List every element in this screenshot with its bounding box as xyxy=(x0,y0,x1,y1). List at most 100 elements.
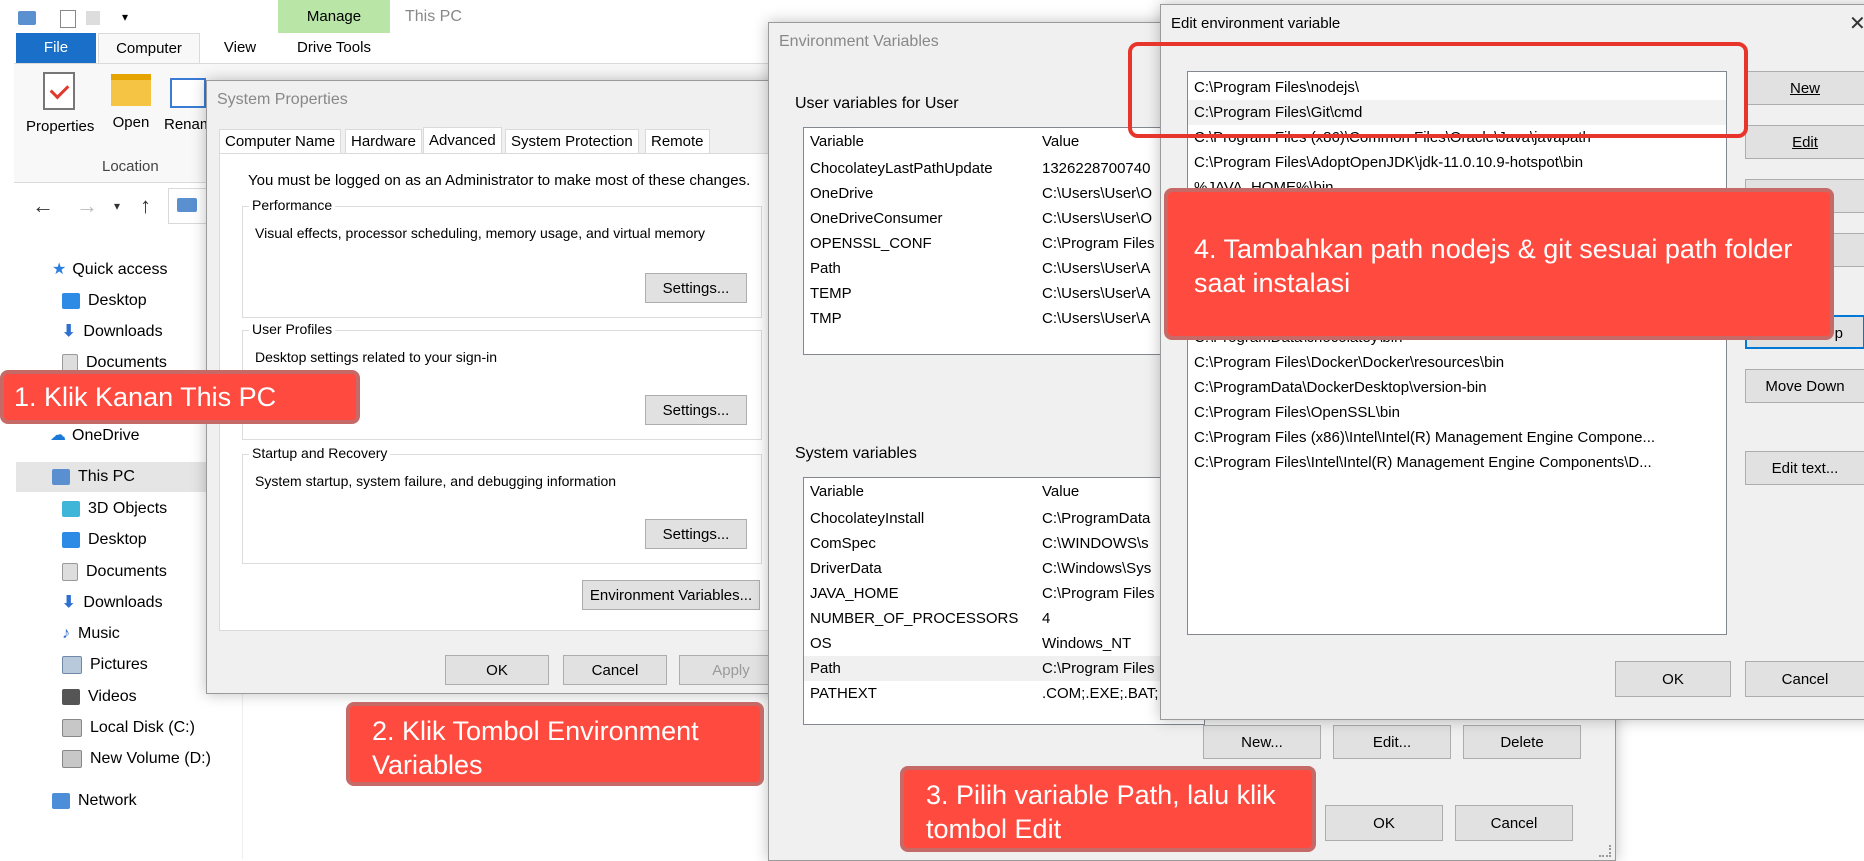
user-var-name: Path xyxy=(810,260,841,277)
system-var-name: NUMBER_OF_PROCESSORS xyxy=(810,610,1019,627)
download-arrow-icon: ⬇ xyxy=(62,594,76,611)
nav-new-volume-d[interactable]: New Volume (D:) xyxy=(62,744,211,774)
annotation-step-4: 4. Tambahkan path nodejs & git sesuai pa… xyxy=(1164,188,1834,340)
nav-downloads[interactable]: ⬇ Downloads xyxy=(62,588,163,618)
ribbon-properties-button[interactable]: Properties xyxy=(26,72,94,135)
tab-advanced[interactable]: Advanced xyxy=(423,127,502,155)
forward-icon[interactable]: → xyxy=(76,193,98,219)
system-var-row[interactable]: ChocolateyInstall C:\ProgramData xyxy=(804,506,1204,531)
system-var-row[interactable]: ComSpec C:\WINDOWS\s xyxy=(804,531,1204,556)
system-var-row[interactable]: JAVA_HOME C:\Program Files xyxy=(804,581,1204,606)
system-var-row[interactable]: OS Windows_NT xyxy=(804,631,1204,656)
nav-onedrive[interactable]: ☁ OneDrive xyxy=(50,421,140,451)
sysprop-cancel-button[interactable]: Cancel xyxy=(563,655,667,685)
edit-env-cancel-button[interactable]: Cancel xyxy=(1745,661,1864,697)
system-var-row[interactable]: DriverData C:\Windows\Sys xyxy=(804,556,1204,581)
system-var-row[interactable]: Path C:\Program Files xyxy=(804,656,1204,681)
admin-note: You must be logged on as an Administrato… xyxy=(248,172,751,189)
user-profiles-settings-button[interactable]: Settings... xyxy=(645,395,747,425)
path-entry[interactable]: C:\Program Files (x86)\Intel\Intel(R) Ma… xyxy=(1188,425,1726,450)
ribbon-open-button[interactable]: Open xyxy=(106,72,156,131)
tab-drive-tools[interactable]: Drive Tools xyxy=(278,33,390,63)
path-highlight-box xyxy=(1128,42,1748,138)
system-delete-button[interactable]: Delete xyxy=(1463,725,1581,759)
path-new-button[interactable]: New xyxy=(1745,71,1864,105)
path-entry[interactable]: C:\Program Files\AdoptOpenJDK\jdk-11.0.1… xyxy=(1188,150,1726,175)
performance-settings-button[interactable]: Settings... xyxy=(645,273,747,303)
tab-view[interactable]: View xyxy=(210,33,270,63)
nav-pictures[interactable]: Pictures xyxy=(62,650,148,680)
environment-variables-button[interactable]: Environment Variables... xyxy=(582,580,760,610)
folder-small-icon[interactable] xyxy=(86,11,100,25)
user-var-row[interactable]: TMP C:\Users\User\A xyxy=(804,306,1204,331)
env-ok-button[interactable]: OK xyxy=(1325,805,1443,841)
user-var-row[interactable]: TEMP C:\Users\User\A xyxy=(804,281,1204,306)
nav-downloads-label: Downloads xyxy=(83,594,163,611)
this-pc-small-icon xyxy=(18,11,36,25)
startup-recovery-group: Startup and Recovery System startup, sys… xyxy=(242,445,762,564)
sysprop-ok-button[interactable]: OK xyxy=(445,655,549,685)
path-entry[interactable]: C:\Program Files\Intel\Intel(R) Manageme… xyxy=(1188,450,1726,475)
nav-quick-access[interactable]: ★ Quick access xyxy=(52,255,167,285)
nav-local-disk-c[interactable]: Local Disk (C:) xyxy=(62,713,195,743)
network-icon xyxy=(52,792,70,809)
tab-computer[interactable]: Computer xyxy=(98,33,200,63)
system-col-variable[interactable]: Variable xyxy=(810,478,1042,506)
desktop-icon xyxy=(62,292,80,309)
user-vars-list[interactable]: Variable Value ChocolateyLastPathUpdate 1… xyxy=(803,127,1205,355)
edit-env-ok-button[interactable]: OK xyxy=(1615,661,1731,697)
path-move-down-button[interactable]: Move Down xyxy=(1745,369,1864,403)
close-icon[interactable]: ✕ xyxy=(1849,11,1864,36)
user-col-variable[interactable]: Variable xyxy=(810,128,1042,156)
env-cancel-button[interactable]: Cancel xyxy=(1455,805,1573,841)
system-new-button[interactable]: New... xyxy=(1203,725,1321,759)
user-var-row[interactable]: ChocolateyLastPathUpdate 1326228700740 xyxy=(804,156,1204,181)
recent-chevron-down-icon[interactable]: ▾ xyxy=(114,199,120,213)
startup-recovery-group-label: Startup and Recovery xyxy=(249,445,391,461)
startup-settings-button[interactable]: Settings... xyxy=(645,519,747,549)
nav-music[interactable]: ♪ Music xyxy=(62,619,120,649)
nav-videos[interactable]: Videos xyxy=(62,682,137,712)
rename-icon xyxy=(170,78,206,108)
nav-documents[interactable]: Documents xyxy=(62,557,167,587)
resize-grip-icon[interactable] xyxy=(1599,845,1611,857)
path-edit-button[interactable]: Edit xyxy=(1745,125,1864,159)
system-vars-rows: ChocolateyInstall C:\ProgramData ComSpec C:… xyxy=(804,506,1204,706)
nav-desktop[interactable]: Desktop xyxy=(62,525,147,555)
user-var-row[interactable]: OneDriveConsumer C:\Users\User\O xyxy=(804,206,1204,231)
user-var-row[interactable]: OneDrive C:\Users\User\O xyxy=(804,181,1204,206)
path-entry[interactable]: C:\Program Files\Docker\Docker\resources… xyxy=(1188,350,1726,375)
address-bar[interactable] xyxy=(168,188,210,224)
user-profiles-desc: Desktop settings related to your sign-in xyxy=(255,349,498,365)
system-edit-button[interactable]: Edit... xyxy=(1333,725,1451,759)
user-profiles-group-label: User Profiles xyxy=(249,321,336,337)
path-entry[interactable]: C:\Program Files\OpenSSL\bin xyxy=(1188,400,1726,425)
path-edit-text-button[interactable]: Edit text... xyxy=(1745,451,1864,485)
properties-small-icon[interactable] xyxy=(60,10,76,28)
system-vars-label: System variables xyxy=(795,445,917,462)
path-entry[interactable]: C:\ProgramData\DockerDesktop\version-bin xyxy=(1188,375,1726,400)
path-list[interactable]: C:\Program Files\nodejs\ C:\Program Files… xyxy=(1187,71,1727,635)
tab-hardware[interactable]: Hardware xyxy=(345,129,423,155)
system-vars-list[interactable]: Variable Value ChocolateyInstall C:\Progr… xyxy=(803,477,1205,725)
user-var-row[interactable]: Path C:\Users\User\A xyxy=(804,256,1204,281)
nav-quick-desktop[interactable]: Desktop xyxy=(62,286,147,316)
user-var-row[interactable]: OPENSSL_CONF C:\Program Files xyxy=(804,231,1204,256)
tab-computer-name[interactable]: Computer Name xyxy=(219,129,342,155)
annotation-step-3: 3. Pilih variable Path, lalu klik tombol… xyxy=(900,766,1316,852)
back-icon[interactable]: ← xyxy=(32,193,54,219)
system-var-row[interactable]: NUMBER_OF_PROCESSORS 4 xyxy=(804,606,1204,631)
performance-desc: Visual effects, processor scheduling, me… xyxy=(255,225,706,241)
up-icon[interactable]: ↑ xyxy=(140,193,151,219)
nav-3d-objects[interactable]: 3D Objects xyxy=(62,494,167,524)
customize-toolbar-icon[interactable]: ▾ xyxy=(122,10,128,24)
nav-quick-downloads[interactable]: ⬇ Downloads xyxy=(62,317,163,347)
tab-system-protection[interactable]: System Protection xyxy=(505,129,639,155)
open-folder-icon xyxy=(111,74,151,106)
tab-file[interactable]: File xyxy=(16,33,96,63)
nav-network[interactable]: Network xyxy=(52,786,137,816)
system-var-row[interactable]: PATHEXT .COM;.EXE;.BAT; xyxy=(804,681,1204,706)
nav-this-pc-row[interactable]: This PC xyxy=(52,462,135,492)
tab-remote[interactable]: Remote xyxy=(645,129,710,155)
this-pc-icon xyxy=(52,468,70,485)
